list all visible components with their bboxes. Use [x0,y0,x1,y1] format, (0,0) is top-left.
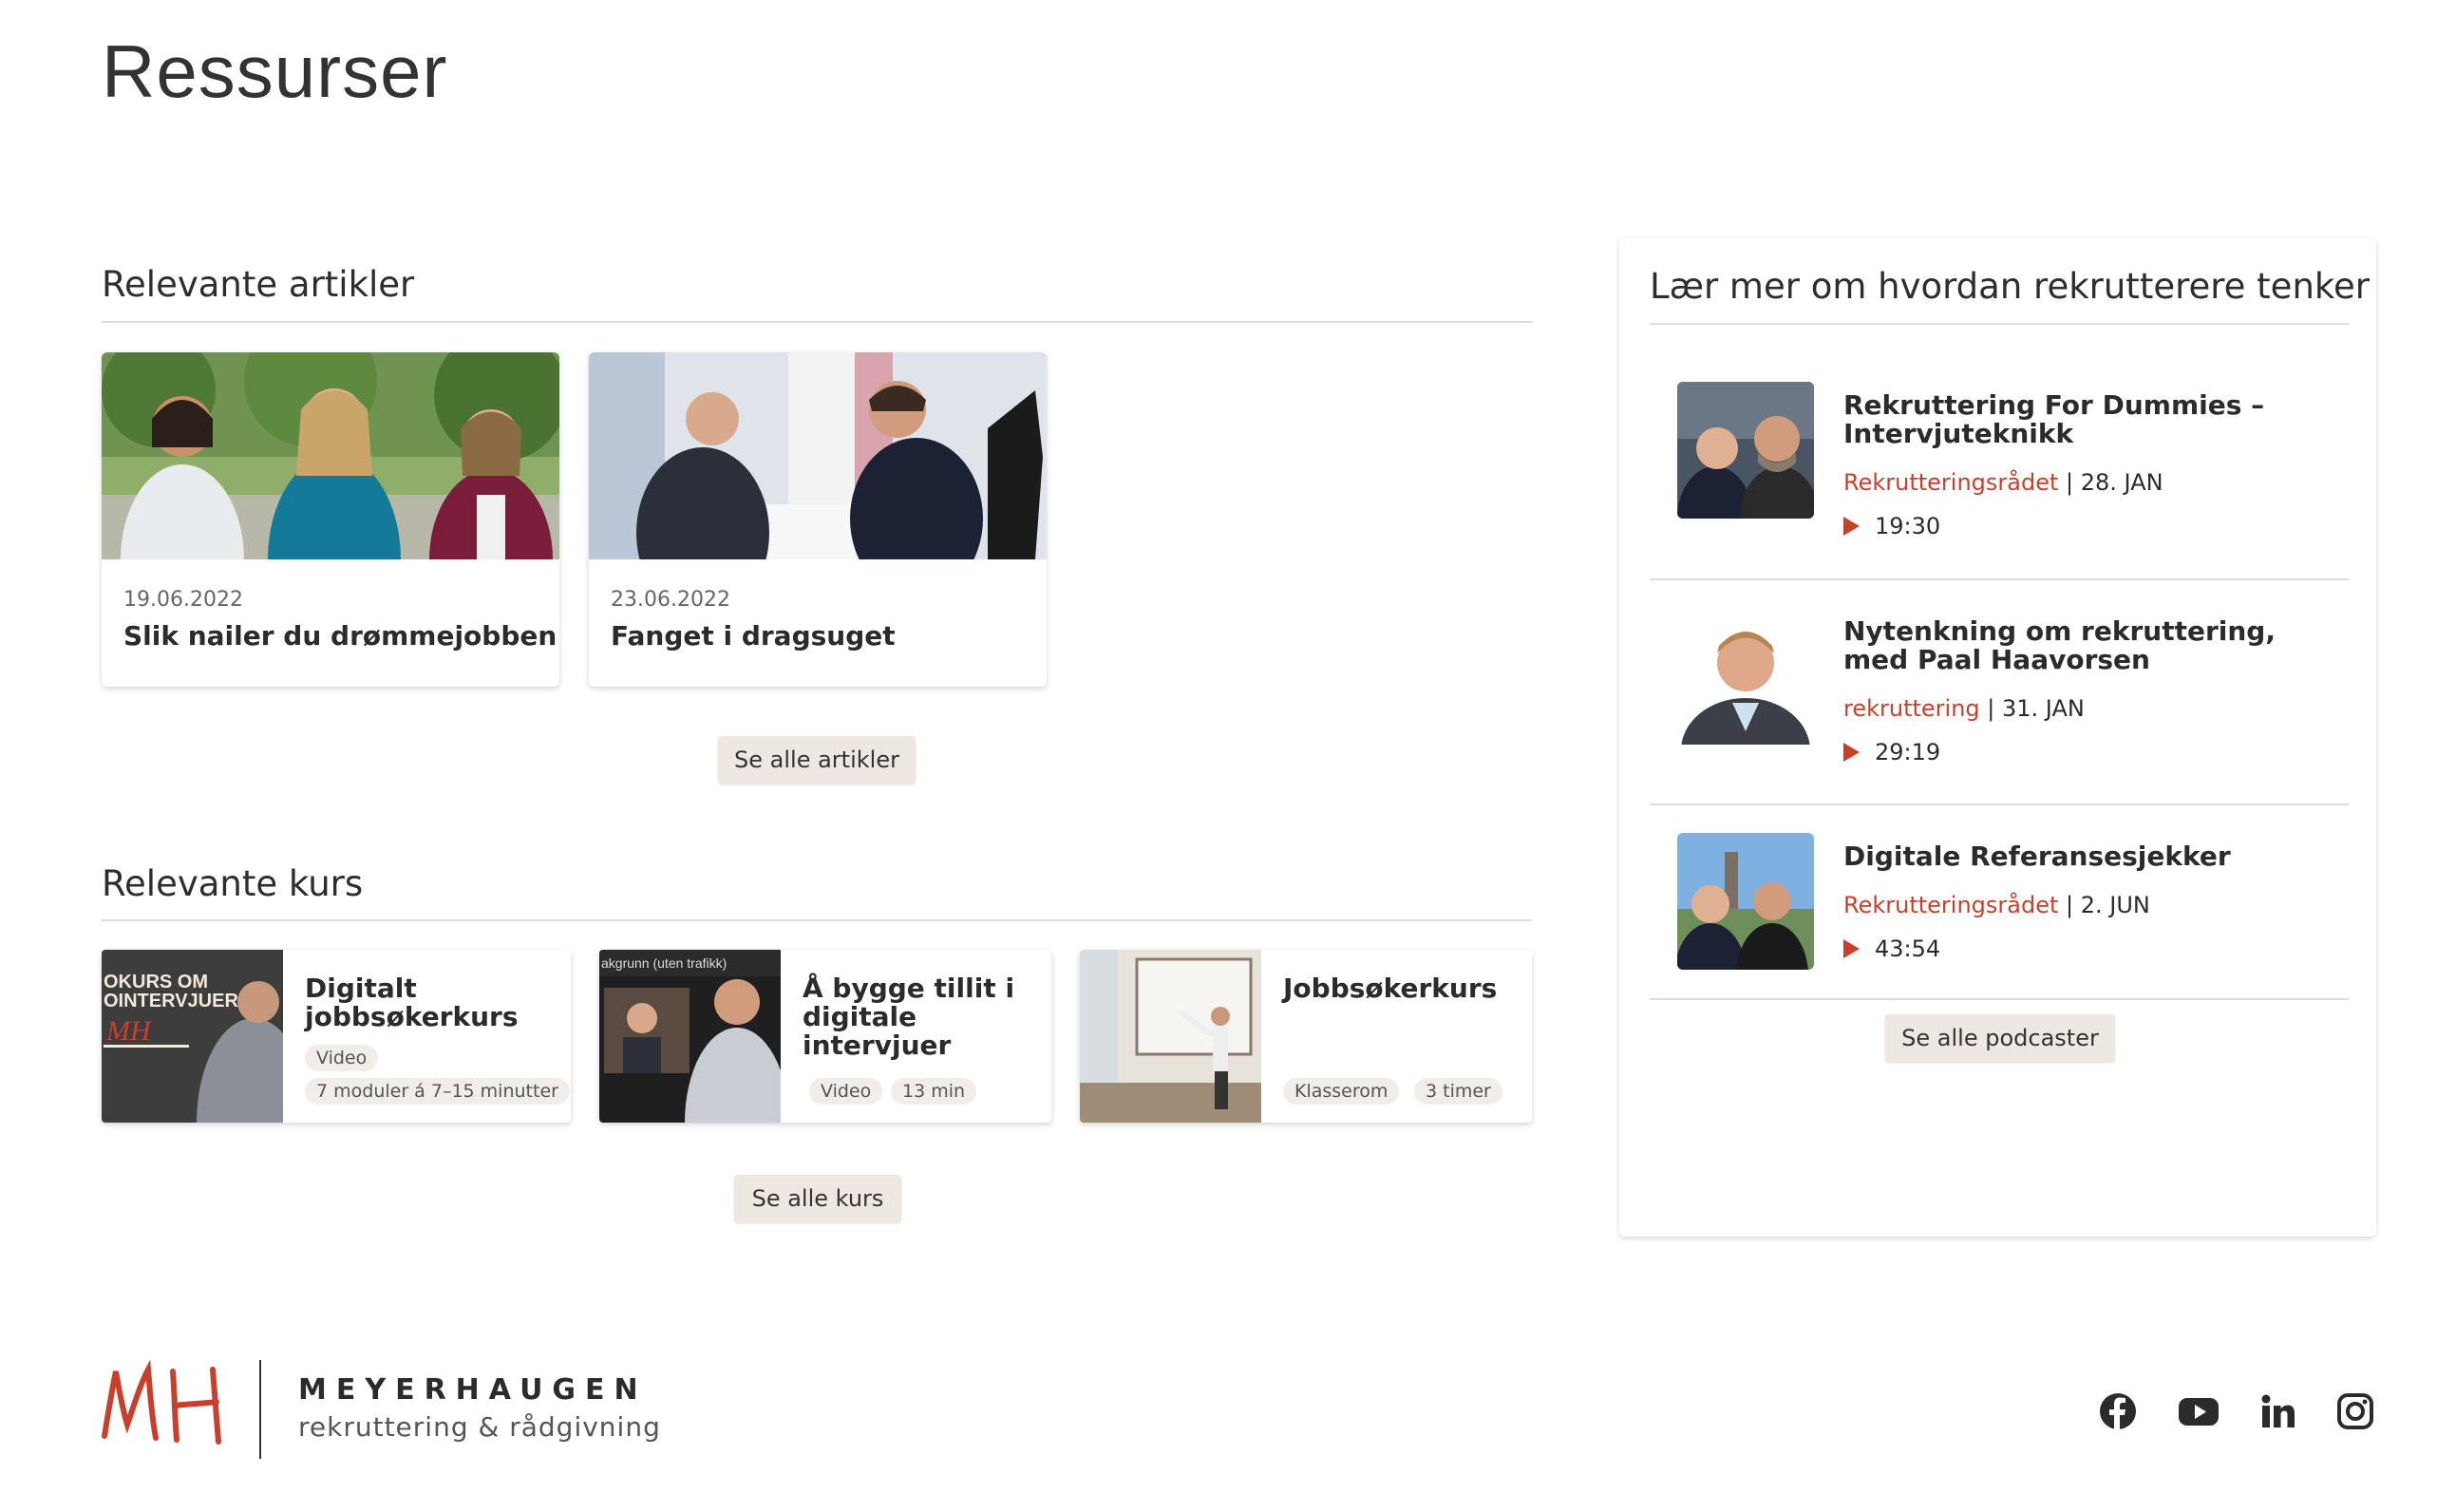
logo-mark[interactable] [99,1359,228,1446]
thumb-text: OINTERVJUER [104,991,238,1011]
courses-divider [102,919,1532,921]
course-card[interactable]: OKURS OM OINTERVJUER MH Digitalt jobbsøk… [102,950,571,1123]
article-image [102,352,559,559]
course-title[interactable]: Jobbsøkerkurs [1283,974,1530,1003]
podcast-divider [1650,578,2349,580]
article-date: 23.06.2022 [611,588,730,612]
course-card[interactable]: Jobbsøkerkurs Klasserom 3 timer [1080,950,1532,1123]
see-all-articles-button[interactable]: Se alle artikler [718,736,916,784]
podcast-item[interactable]: Nytenkning om rekruttering, med Paal Haa… [1677,608,2301,765]
podcast-title[interactable]: Digitale Referansesjekker [1843,842,2318,871]
thumb-text: akgrunn (uten trafikk) [601,955,727,971]
course-duration-tag: 3 timer [1414,1078,1502,1105]
see-all-podcasts-button[interactable]: Se alle podcaster [1885,1014,2115,1062]
article-card[interactable]: 23.06.2022 Fanget i dragsuget [589,352,1047,687]
play-icon[interactable] [1843,939,1860,958]
podcast-divider [1650,803,2349,805]
play-icon[interactable] [1843,743,1860,762]
podcast-date: | 31. JAN [1987,695,2085,722]
podcast-thumbnail [1677,608,1814,745]
article-title[interactable]: Fanget i dragsuget [611,620,896,652]
course-duration-tag: 13 min [891,1078,977,1105]
podcast-meta: Rekrutteringsrådet | 28. JAN [1843,469,2163,496]
course-title[interactable]: Å bygge tillit i digitale intervjuer [803,974,1049,1060]
instagram-icon[interactable] [2336,1392,2374,1430]
podcast-duration-text: 43:54 [1875,936,1941,962]
course-title[interactable]: Digitalt jobbsøkerkurs [305,974,552,1031]
podcast-thumbnail [1677,833,1814,970]
course-thumbnail: akgrunn (uten trafikk) [599,950,781,1123]
course-format-tag: Klasserom [1283,1078,1400,1105]
articles-heading: Relevante artikler [102,264,415,305]
podcast-title[interactable]: Rekruttering For Dummies – Intervjutekni… [1843,391,2318,448]
podcast-category-link[interactable]: Rekrutteringsrådet [1843,892,2058,918]
course-format-tag: Video [809,1078,883,1105]
podcast-meta: Rekrutteringsrådet | 2. JUN [1843,892,2150,918]
course-card[interactable]: akgrunn (uten trafikk) Å bygge tillit i … [599,950,1051,1123]
podcasts-divider [1650,323,2349,325]
linkedin-icon[interactable] [2258,1392,2296,1430]
podcast-item[interactable]: Rekruttering For Dummies – Intervjutekni… [1677,382,2301,539]
podcast-item[interactable]: Digitale Referansesjekker Rekrutteringsr… [1677,833,2301,975]
courses-heading: Relevante kurs [102,863,364,904]
podcast-duration[interactable]: 43:54 [1843,936,1940,962]
podcast-meta: rekruttering | 31. JAN [1843,695,2085,722]
course-thumbnail: OKURS OM OINTERVJUER MH [102,950,283,1123]
article-card[interactable]: 19.06.2022 Slik nailer du drømmejobben [102,352,559,687]
podcast-category-link[interactable]: Rekrutteringsrådet [1843,469,2058,496]
articles-divider [102,321,1532,323]
logo-divider [259,1360,261,1459]
play-icon[interactable] [1843,517,1860,536]
page-title: Ressurser [102,29,448,113]
article-title[interactable]: Slik nailer du drømmejobben [123,620,557,652]
podcast-duration[interactable]: 29:19 [1843,739,1940,765]
podcast-title[interactable]: Nytenkning om rekruttering, med Paal Haa… [1843,617,2318,674]
course-thumbnail [1080,950,1261,1123]
brand-name: MEYERHAUGEN [298,1373,648,1407]
article-date: 19.06.2022 [123,588,243,612]
podcast-category-link[interactable]: rekruttering [1843,695,1980,722]
svg-text:MH: MH [105,1015,153,1047]
see-all-courses-button[interactable]: Se alle kurs [734,1175,901,1222]
youtube-icon[interactable] [2178,1392,2220,1430]
podcast-date: | 28. JAN [2066,469,2163,496]
course-format-tag: Video [305,1045,379,1071]
podcast-divider [1650,998,2349,1000]
article-image [589,352,1047,559]
podcast-duration-text: 19:30 [1875,513,1941,539]
podcast-date: | 2. JUN [2066,892,2150,918]
brand-tagline: rekruttering & rådgivning [298,1411,661,1443]
facebook-icon[interactable] [2099,1392,2137,1430]
podcasts-heading: Lær mer om hvordan rekrutterere tenker [1650,266,2370,307]
podcast-duration[interactable]: 19:30 [1843,513,1940,539]
podcast-duration-text: 29:19 [1875,739,1941,765]
podcast-thumbnail [1677,382,1814,519]
thumb-text: OKURS OM [104,972,208,992]
course-duration-tag: 7 moduler á 7–15 minutter [305,1078,570,1105]
